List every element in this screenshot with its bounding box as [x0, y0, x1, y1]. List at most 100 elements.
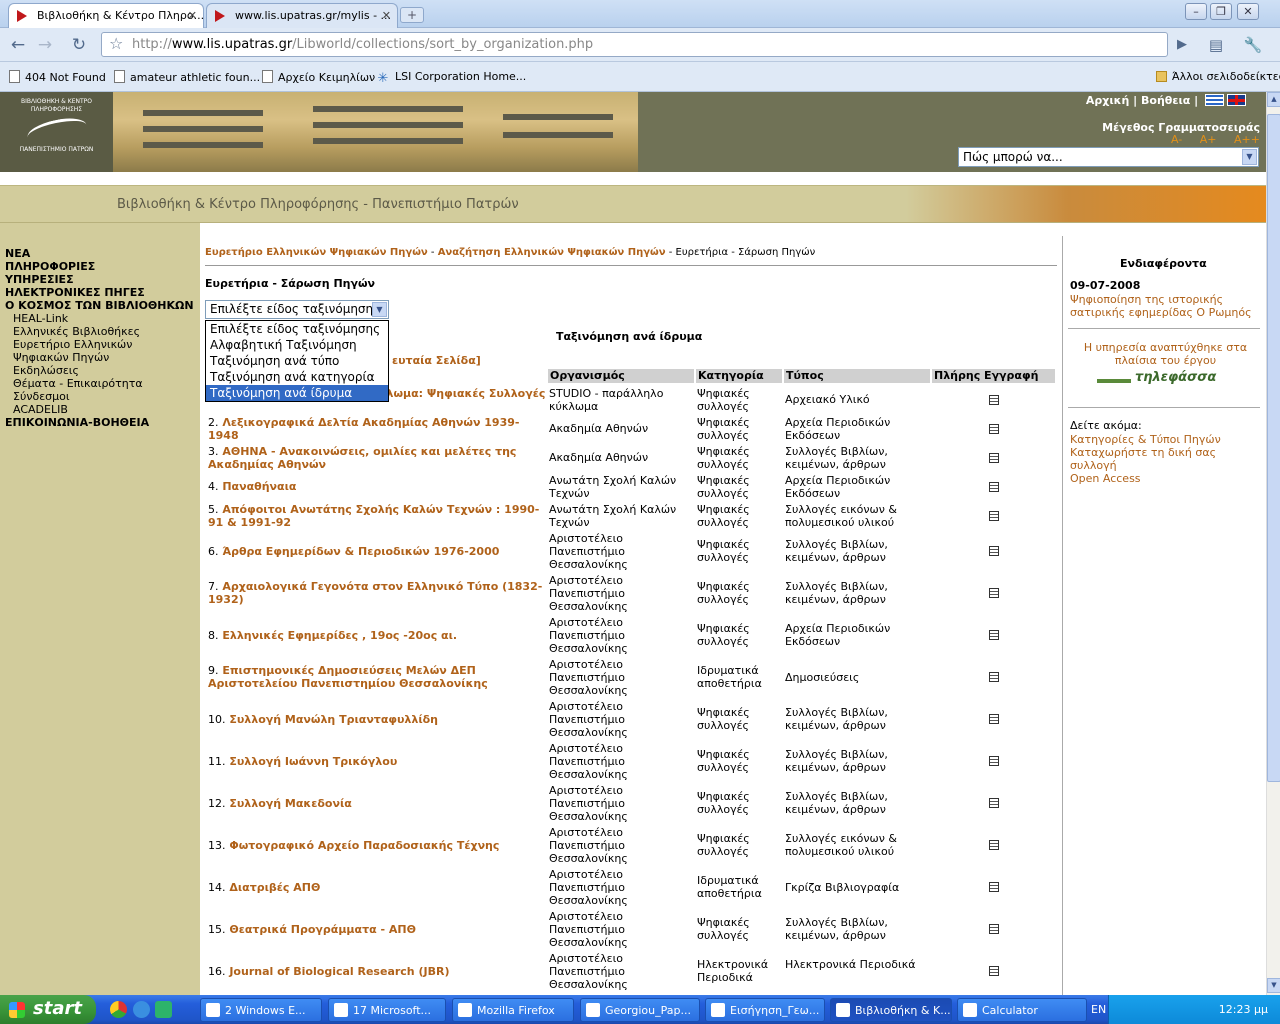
app-quicklaunch-icon[interactable]	[155, 1001, 172, 1018]
collection-title-link[interactable]: 11. Συλλογή Ιωάννη Τρικόγλου	[208, 755, 548, 768]
collection-title-link[interactable]: 16. Journal of Biological Research (JBR)	[208, 965, 548, 978]
news-link[interactable]: Ψηφιοποίηση της ιστορικής σατιρικής εφημ…	[1070, 293, 1260, 319]
start-button[interactable]: start	[0, 995, 96, 1024]
column-header-category[interactable]: Κατηγορία	[696, 369, 782, 383]
internet-explorer-icon[interactable]	[133, 1001, 150, 1018]
full-record-icon[interactable]	[989, 394, 999, 405]
language-indicator[interactable]: EN	[1091, 1003, 1106, 1016]
full-record-icon[interactable]	[989, 966, 999, 976]
nav-item[interactable]: ΠΛΗΡΟΦΟΡΙΕΣ	[5, 260, 95, 273]
column-header-full-record[interactable]: Πλήρης Εγγραφή	[932, 369, 1055, 383]
sort-select[interactable]: Επιλέξτε είδος ταξινόμησης ▼	[205, 300, 389, 319]
close-icon[interactable]: ✕	[188, 9, 197, 22]
full-record-icon[interactable]	[989, 630, 999, 640]
scroll-thumb[interactable]	[1267, 114, 1280, 782]
link-register-collection[interactable]: Καταχωρήστε τη δική σας συλλογή	[1070, 446, 1260, 472]
wrench-icon[interactable]: 🔧	[1241, 33, 1265, 57]
full-record-icon[interactable]	[989, 546, 999, 556]
link-categories-types[interactable]: Κατηγορίες & Τύποι Πηγών	[1070, 433, 1260, 446]
collection-title-link[interactable]: 10. Συλλογή Μανώλη Τριανταφυλλίδη	[208, 713, 548, 726]
collection-title-link[interactable]: 4. Παναθήναια	[208, 480, 548, 493]
font-medium-link[interactable]: A+	[1200, 133, 1217, 146]
nav-item[interactable]: Εκδηλώσεις	[13, 364, 79, 377]
full-record-icon[interactable]	[989, 714, 999, 724]
howto-select[interactable]: Πώς μπορώ να... ▼	[958, 147, 1259, 167]
collection-title-link[interactable]: 9. Επιστημονικές Δημοσιεύσεις Μελών ΔΕΠ …	[208, 664, 548, 690]
bookmark-amateur-athletic[interactable]: amateur athletic foun...	[114, 70, 260, 84]
english-flag-icon[interactable]	[1227, 94, 1246, 106]
collection-title-link[interactable]: 7. Αρχαιολογικά Γεγονότα στον Ελληνικό Τ…	[208, 580, 548, 606]
column-header-organization[interactable]: Οργανισμός	[548, 369, 694, 383]
full-record-icon[interactable]	[989, 882, 999, 892]
sort-option[interactable]: Ταξινόμηση ανά κατηγορία	[206, 369, 388, 385]
nav-item[interactable]: Ο ΚΟΣΜΟΣ ΤΩΝ ΒΙΒΛΙΟΘΗΚΩΝ	[5, 299, 194, 312]
nav-item[interactable]: Θέματα - Επικαιρότητα	[13, 377, 143, 390]
column-header-type[interactable]: Τύπος	[784, 369, 930, 383]
collection-title-link[interactable]: 3. ΑΘΗΝΑ - Ανακοινώσεις, ομιλίες και μελ…	[208, 445, 548, 471]
scroll-down-icon[interactable]: ▼	[1267, 978, 1280, 993]
taskbar-button[interactable]: Georgiou_Pap...	[580, 998, 700, 1022]
taskbar-button[interactable]: Εισήγηση_Γεω...	[705, 998, 825, 1022]
nav-item[interactable]: ACADELIB	[13, 403, 68, 416]
nav-item[interactable]: ΕΠΙΚΟΙΝΩΝΙΑ-ΒΟΗΘΕΙΑ	[5, 416, 149, 429]
sort-option[interactable]: Ταξινόμηση ανά ίδρυμα	[206, 385, 388, 401]
chrome-icon[interactable]	[110, 1001, 127, 1018]
full-record-icon[interactable]	[989, 510, 999, 521]
chevron-down-icon[interactable]: ▼	[1242, 149, 1257, 165]
breadcrumb-link-search[interactable]: Αναζήτηση Ελληνικών Ψηφιακών Πηγών	[438, 247, 666, 258]
reload-icon[interactable]: ↻	[67, 33, 91, 57]
back-arrow-icon[interactable]: ←	[6, 33, 30, 57]
help-link[interactable]: Βοήθεια	[1141, 94, 1190, 107]
clock[interactable]: 12:23 μμ	[1219, 1003, 1268, 1016]
nav-item[interactable]: ΗΛΕΚΤΡΟΝΙΚΕΣ ΠΗΓΕΣ	[5, 286, 145, 299]
project-logo[interactable]: τηλεφάσσα	[1095, 370, 1231, 392]
tab-mylis[interactable]: www.lis.upatras.gr/mylis - ... ✕	[206, 3, 398, 28]
collection-title-link[interactable]: 14. Διατριβές ΑΠΘ	[208, 881, 548, 894]
close-window-button[interactable]: ✕	[1237, 3, 1259, 20]
chevron-down-icon[interactable]: ▼	[372, 302, 387, 317]
close-icon[interactable]: ✕	[382, 9, 391, 22]
tab-library[interactable]: Βιβλιοθήκη & Κέντρο Πληρο... ✕	[8, 3, 204, 28]
full-record-icon[interactable]	[989, 588, 999, 598]
library-logo[interactable]: ΒΙΒΛΙΟΘΗΚΗ & ΚΕΝΤΡΟ ΠΛΗΡΟΦΟΡΗΣΗΣ ΠΑΝΕΠΙΣ…	[0, 92, 113, 172]
collection-title-link[interactable]: 2. Λεξικογραφικά Δελτία Ακαδημίας Αθηνών…	[208, 416, 548, 442]
collection-title-link[interactable]: 8. Ελληνικές Εφημερίδες , 19ος -20ος αι.	[208, 629, 548, 642]
taskbar-button[interactable]: 2 Windows E...	[200, 998, 322, 1022]
full-record-icon[interactable]	[989, 756, 999, 766]
nav-item[interactable]: Σύνδεσμοι	[13, 390, 70, 403]
other-bookmarks[interactable]: Άλλοι σελιδοδείκτες	[1156, 70, 1280, 83]
home-link[interactable]: Αρχική	[1086, 94, 1129, 107]
full-record-icon[interactable]	[989, 481, 999, 492]
last-page-link[interactable]: ευταία Σελίδα]	[392, 354, 481, 367]
full-record-icon[interactable]	[989, 798, 999, 808]
maximize-button[interactable]: ❐	[1210, 3, 1232, 20]
taskbar-button[interactable]: Mozilla Firefox	[452, 998, 574, 1022]
nav-item[interactable]: Ψηφιακών Πηγών	[13, 351, 109, 364]
nav-item[interactable]: Ελληνικές Βιβλιοθήκες	[13, 325, 140, 338]
collection-title-link[interactable]: 12. Συλλογή Μακεδονία	[208, 797, 548, 810]
sort-option[interactable]: Ταξινόμηση ανά τύπο	[206, 353, 388, 369]
full-record-icon[interactable]	[989, 452, 999, 463]
address-bar[interactable]: ☆ http://www.lis.upatras.gr/Libworld/col…	[101, 32, 1168, 57]
sort-option[interactable]: Αλφαβητική Ταξινόμηση	[206, 337, 388, 353]
bookmark-lsi[interactable]: ✳ LSI Corporation Home...	[376, 70, 527, 85]
link-open-access[interactable]: Open Access	[1070, 472, 1260, 485]
nav-item[interactable]: Ευρετήριο Ελληνικών	[13, 338, 132, 351]
font-large-link[interactable]: A++	[1234, 133, 1260, 146]
collection-title-link[interactable]: 5. Απόφοιτοι Ανωτάτης Σχολής Καλών Τεχνώ…	[208, 503, 548, 529]
minimize-button[interactable]: –	[1185, 3, 1207, 20]
page-menu-icon[interactable]: ▤	[1204, 33, 1228, 57]
go-arrow-icon[interactable]: ▶	[1170, 33, 1194, 57]
full-record-icon[interactable]	[989, 423, 999, 434]
forward-arrow-icon[interactable]: →	[33, 33, 57, 57]
breadcrumb-link-index[interactable]: Ευρετήριο Ελληνικών Ψηφιακών Πηγών	[205, 247, 428, 258]
nav-item[interactable]: ΝΕΑ	[5, 247, 30, 260]
bookmark-404[interactable]: 404 Not Found	[9, 70, 106, 84]
bookmark-archive[interactable]: Αρχείο Κειμηλίων	[262, 70, 375, 84]
collection-title-link[interactable]: 6. Άρθρα Εφημερίδων & Περιοδικών 1976-20…	[208, 545, 548, 558]
full-record-icon[interactable]	[989, 672, 999, 682]
full-record-icon[interactable]	[989, 840, 999, 850]
taskbar-button[interactable]: Calculator	[957, 998, 1087, 1022]
taskbar-button[interactable]: 17 Microsoft...	[328, 998, 446, 1022]
font-small-link[interactable]: A-	[1171, 133, 1182, 146]
